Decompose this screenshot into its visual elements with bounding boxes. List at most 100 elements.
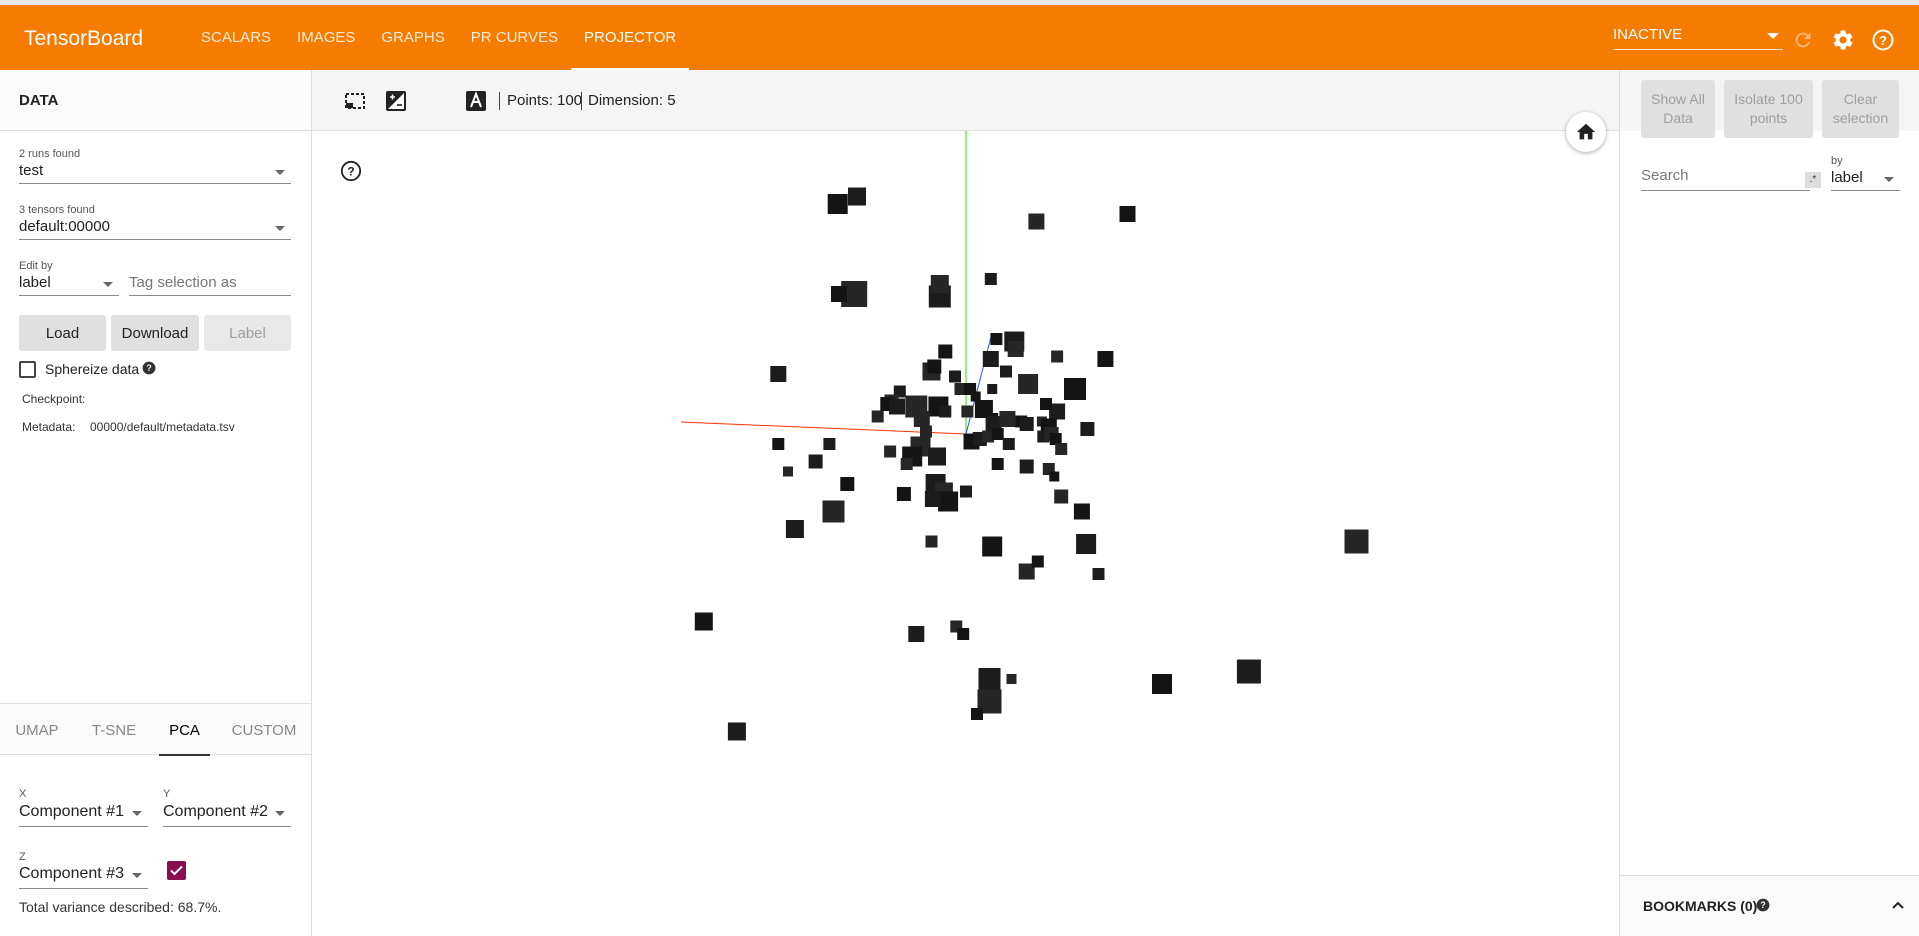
data-point[interactable] (1007, 341, 1024, 357)
settings-gear-icon[interactable] (1830, 27, 1856, 53)
label-button[interactable]: Label (204, 315, 291, 351)
data-point[interactable] (960, 485, 972, 498)
data-point[interactable] (822, 500, 845, 523)
data-point[interactable] (772, 438, 785, 450)
help-icon[interactable]: ? (1870, 27, 1896, 53)
label-text-icon[interactable] (465, 90, 487, 112)
data-point[interactable] (927, 359, 942, 374)
data-point[interactable] (1064, 378, 1086, 400)
pca-y-select[interactable]: Component #2 (163, 803, 291, 827)
tab-custom[interactable]: CUSTOM (228, 704, 300, 756)
tab-pca[interactable]: PCA (159, 704, 210, 756)
tab-graphs[interactable]: GRAPHS (368, 5, 457, 70)
data-point[interactable] (1076, 534, 1097, 554)
data-point[interactable] (982, 351, 999, 367)
isolate-points-button[interactable]: Isolate 100 points (1724, 80, 1813, 138)
pca-x-select[interactable]: Component #1 (19, 803, 148, 827)
tab-images[interactable]: IMAGES (284, 5, 368, 70)
pca-z-select[interactable]: Component #3 (19, 865, 148, 889)
tab-umap[interactable]: UMAP (8, 704, 66, 756)
data-point[interactable] (1119, 206, 1136, 222)
download-button[interactable]: Download (111, 315, 199, 351)
regex-toggle[interactable]: .* (1805, 172, 1821, 188)
data-point[interactable] (823, 438, 836, 450)
data-point[interactable] (1019, 459, 1034, 474)
tab-projector[interactable]: PROJECTOR (571, 5, 690, 70)
help-circle-icon[interactable]: ? (1756, 898, 1770, 912)
data-point[interactable] (1031, 555, 1044, 568)
data-point[interactable] (1055, 443, 1068, 455)
data-point[interactable] (1236, 659, 1261, 684)
data-point[interactable] (990, 333, 1003, 345)
data-point[interactable] (694, 612, 713, 631)
data-point[interactable] (1080, 422, 1095, 436)
data-point[interactable] (900, 458, 913, 470)
data-point[interactable] (1092, 568, 1105, 580)
search-input[interactable]: Search (1641, 167, 1810, 191)
data-point[interactable] (924, 491, 941, 507)
data-point[interactable] (1019, 417, 1034, 431)
tab-pr-curves[interactable]: PR CURVES (458, 5, 571, 70)
tab-scalars[interactable]: SCALARS (188, 5, 284, 70)
data-point[interactable] (949, 370, 961, 383)
moon-icon[interactable] (424, 90, 446, 112)
clear-selection-button[interactable]: Clear selection (1822, 80, 1899, 138)
data-point[interactable] (984, 273, 997, 285)
data-point[interactable] (908, 626, 925, 642)
bookmarks-bar[interactable]: BOOKMARKS (0) ? (1620, 875, 1919, 936)
data-point[interactable] (925, 535, 938, 548)
data-point[interactable] (957, 628, 970, 640)
data-point[interactable] (987, 384, 998, 394)
data-point[interactable] (970, 391, 981, 402)
data-point[interactable] (1152, 674, 1172, 694)
tag-selection-input[interactable]: Tag selection as (129, 274, 291, 296)
night-mode-icon[interactable] (385, 90, 407, 112)
inactive-plugin-dropdown[interactable]: INACTIVE (1613, 26, 1783, 50)
chevron-up-icon[interactable] (1890, 897, 1906, 913)
data-point[interactable] (991, 458, 1004, 470)
data-point[interactable] (889, 398, 905, 415)
data-point[interactable] (827, 194, 848, 214)
data-point[interactable] (928, 447, 946, 466)
data-point[interactable] (982, 536, 1003, 557)
data-point[interactable] (991, 428, 1004, 440)
data-point[interactable] (1002, 438, 1015, 450)
data-point[interactable] (1000, 365, 1012, 378)
data-point[interactable] (871, 410, 884, 423)
edit-by-select[interactable]: label (19, 274, 119, 296)
data-point[interactable] (978, 668, 1001, 690)
sphereize-checkbox[interactable] (19, 361, 36, 378)
data-point[interactable] (971, 708, 983, 720)
projector-help-icon[interactable]: ? (340, 160, 362, 182)
reset-view-home-button[interactable] (1566, 112, 1606, 152)
data-point[interactable] (1028, 213, 1045, 230)
tab-tsne[interactable]: T-SNE (85, 704, 143, 756)
data-point[interactable] (785, 520, 804, 538)
data-point[interactable] (896, 487, 911, 501)
data-point[interactable] (961, 405, 974, 418)
data-point[interactable] (727, 722, 746, 741)
data-point[interactable] (939, 405, 952, 418)
data-point[interactable] (1097, 351, 1114, 367)
data-point[interactable] (1040, 398, 1052, 410)
data-point[interactable] (848, 187, 866, 206)
data-point[interactable] (884, 445, 897, 458)
data-point[interactable] (1344, 529, 1369, 554)
data-point[interactable] (999, 411, 1016, 427)
data-point[interactable] (920, 425, 932, 438)
tensor-select[interactable]: default:00000 (19, 218, 291, 240)
data-point[interactable] (1054, 489, 1069, 504)
data-point[interactable] (783, 466, 793, 477)
data-point[interactable] (930, 275, 949, 293)
data-point[interactable] (1006, 674, 1017, 684)
data-point[interactable] (1073, 503, 1090, 520)
search-by-select[interactable]: label (1831, 169, 1900, 191)
refresh-icon[interactable] (1790, 27, 1816, 53)
data-point[interactable] (1049, 471, 1060, 482)
show-all-data-button[interactable]: Show All Data (1641, 80, 1715, 138)
data-point[interactable] (1018, 374, 1039, 394)
data-point[interactable] (808, 454, 823, 469)
data-point[interactable] (938, 491, 959, 512)
data-point[interactable] (938, 344, 953, 359)
run-select[interactable]: test (19, 162, 291, 184)
